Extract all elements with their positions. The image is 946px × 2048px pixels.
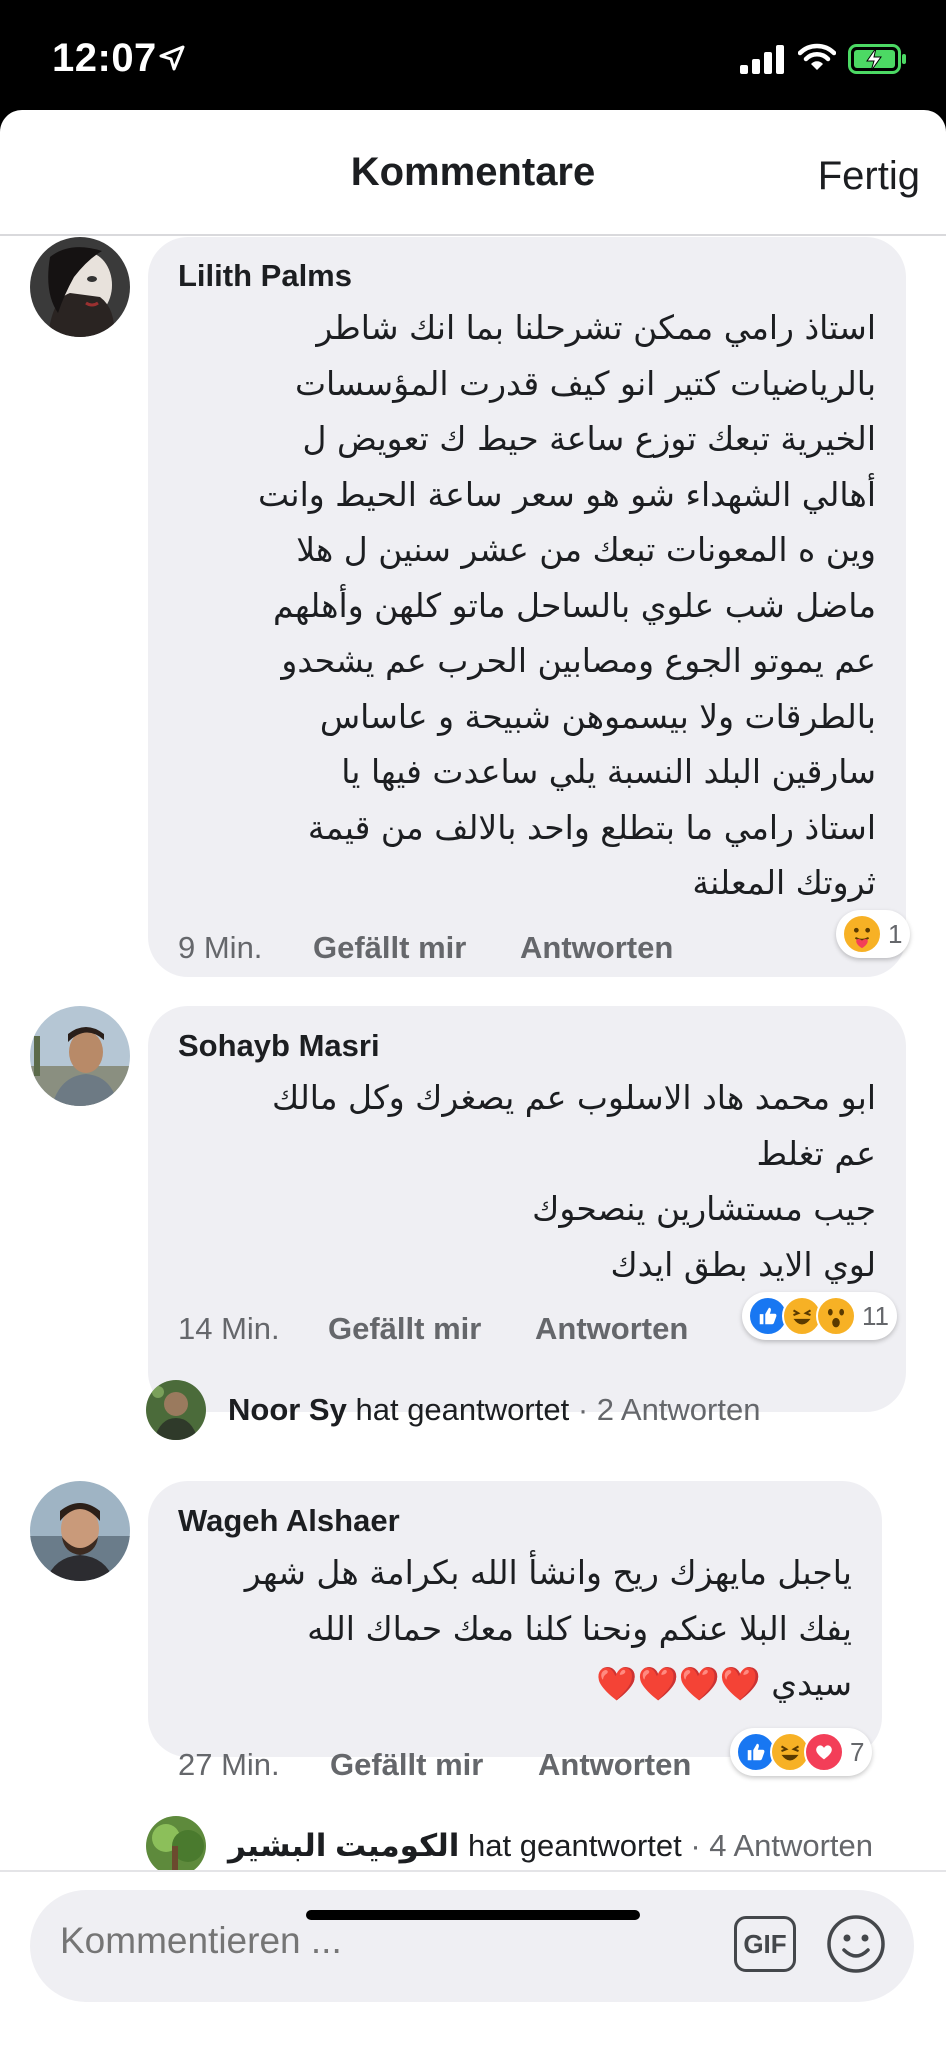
view-replies-link[interactable]: Noor Sy hat geantwortet · 2 Antworten bbox=[228, 1392, 760, 1428]
like-button[interactable]: Gefällt mir bbox=[330, 1747, 483, 1783]
love-reaction-icon bbox=[804, 1732, 844, 1772]
navigation-bar: Kommentare Fertig bbox=[0, 110, 946, 236]
avatar[interactable] bbox=[30, 237, 130, 337]
view-replies-link[interactable]: الكوميت البشير hat geantwortet · 4 Antwo… bbox=[228, 1828, 873, 1864]
care-reaction-icon bbox=[842, 914, 882, 954]
comments-sheet: Kommentare Fertig Lilith Palms استاذ رام… bbox=[0, 110, 946, 2048]
avatar[interactable] bbox=[146, 1816, 206, 1876]
reaction-count: 7 bbox=[850, 1736, 865, 1767]
reaction-count: 1 bbox=[888, 918, 903, 949]
reaction-summary[interactable]: 7 bbox=[730, 1728, 873, 1776]
reaction-summary[interactable]: 11 bbox=[742, 1292, 897, 1340]
page-title: Kommentare bbox=[350, 150, 596, 194]
comment-input[interactable] bbox=[60, 1920, 700, 1962]
reply-button[interactable]: Antworten bbox=[520, 930, 673, 966]
status-time: 12:07 bbox=[52, 36, 157, 80]
wifi-icon bbox=[797, 42, 837, 72]
home-indicator[interactable] bbox=[306, 1910, 640, 1920]
comment-composer: GIF bbox=[30, 1890, 914, 2002]
done-button[interactable]: Fertig bbox=[818, 154, 920, 199]
comment-author[interactable]: Sohayb Masri bbox=[178, 1028, 380, 1064]
comment-composer-bar: GIF bbox=[0, 1870, 946, 2048]
comment-text: ابو محمد هاد الاسلوب عم يصغرك وكل مالك ع… bbox=[271, 1078, 876, 1284]
comment-time: 14 Min. bbox=[178, 1311, 280, 1346]
comment-author[interactable]: Lilith Palms bbox=[178, 258, 352, 294]
avatar[interactable] bbox=[30, 1006, 130, 1106]
comment-author[interactable]: Wageh Alshaer bbox=[178, 1503, 400, 1539]
location-arrow-icon bbox=[158, 44, 186, 72]
reply-button[interactable]: Antworten bbox=[535, 1311, 688, 1347]
reply-button[interactable]: Antworten bbox=[538, 1747, 691, 1783]
reaction-count: 11 bbox=[862, 1300, 889, 1331]
gif-button[interactable]: GIF bbox=[734, 1916, 796, 1972]
battery-charging-icon bbox=[848, 44, 908, 74]
reaction-summary[interactable]: 1 bbox=[836, 910, 911, 958]
comment-text: ياجبل مايهزك ريح وانشأ الله بكرامة هل شه… bbox=[244, 1553, 852, 1703]
cellular-signal-icon bbox=[740, 44, 786, 74]
wow-reaction-icon bbox=[816, 1296, 856, 1336]
like-button[interactable]: Gefällt mir bbox=[313, 930, 466, 966]
comment-time: 9 Min. bbox=[178, 930, 263, 965]
like-button[interactable]: Gefällt mir bbox=[328, 1311, 481, 1347]
avatar[interactable] bbox=[146, 1380, 206, 1440]
comment-time: 27 Min. bbox=[178, 1747, 280, 1782]
smiley-icon[interactable] bbox=[826, 1914, 886, 1974]
comment-text: استاذ رامي ممكن تشرحلنا بما انك شاطر بال… bbox=[257, 308, 876, 902]
avatar[interactable] bbox=[30, 1481, 130, 1581]
status-bar: 12:07 bbox=[0, 0, 946, 112]
